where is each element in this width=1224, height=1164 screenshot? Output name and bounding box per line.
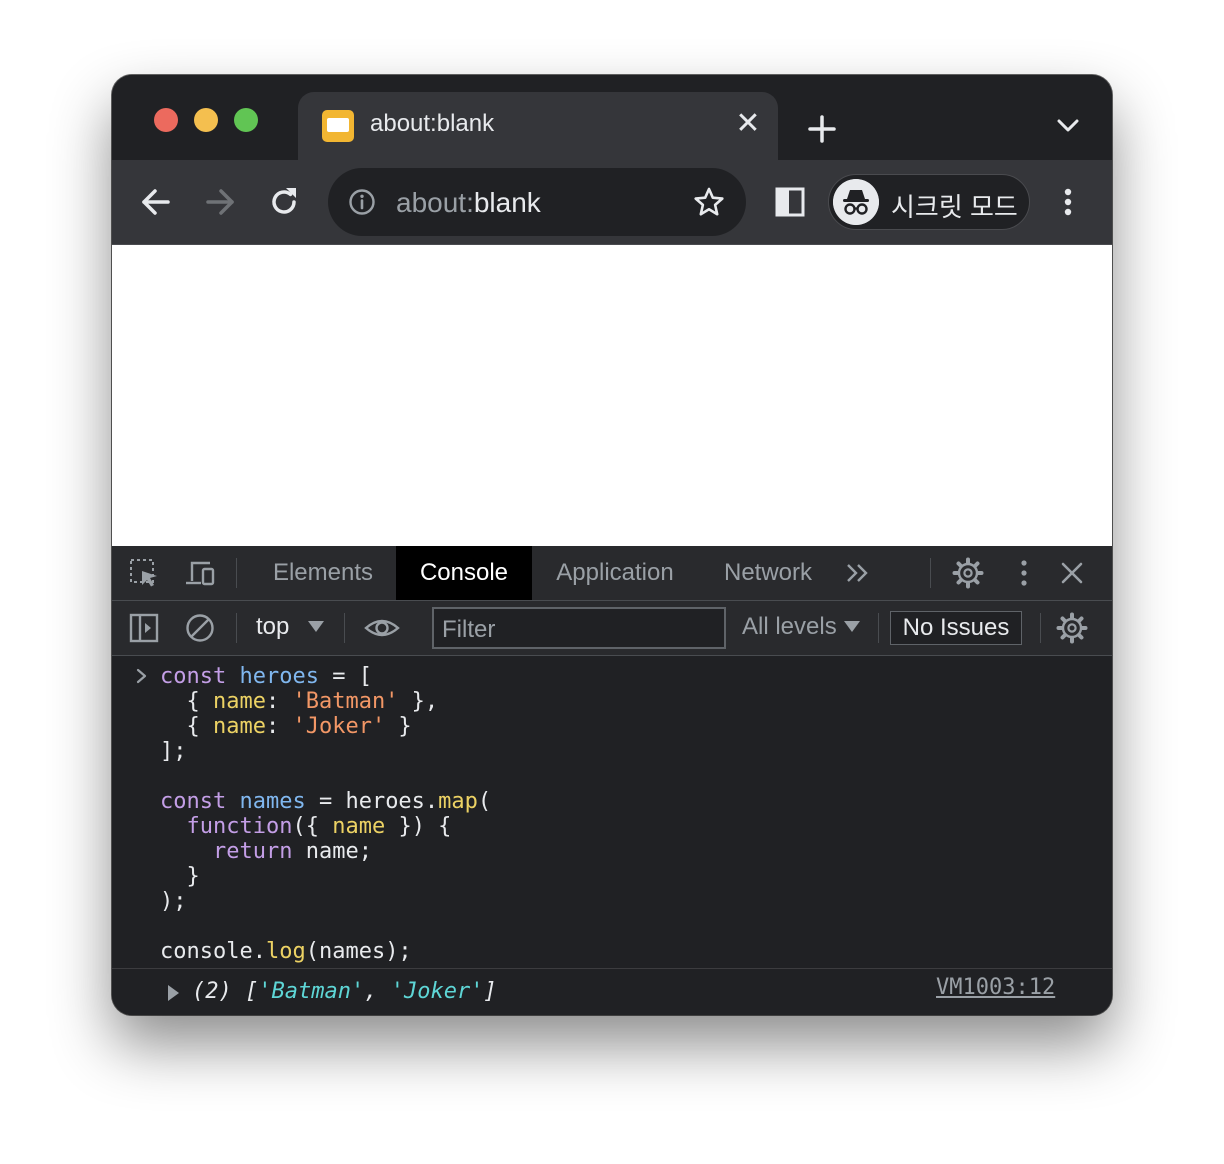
minimize-window-button[interactable] <box>194 108 218 132</box>
toolbar-divider <box>236 558 237 588</box>
tab-search-chevron-icon[interactable] <box>1052 109 1084 141</box>
array-item: 'Batman' <box>258 979 365 1004</box>
toolbar-divider <box>930 558 931 588</box>
context-selector[interactable]: top <box>256 613 289 641</box>
console-settings-gear-icon[interactable] <box>1056 612 1088 644</box>
toolbar-divider <box>236 613 237 643</box>
console-toolbar: top Filter All levels No Issues <box>112 601 1112 656</box>
incognito-icon <box>833 179 879 225</box>
browser-window: about:blank ✕ about:blank 시크릿 모드 Element… <box>112 75 1112 1015</box>
reload-icon[interactable] <box>264 182 304 222</box>
live-expression-eye-icon[interactable] <box>364 612 400 644</box>
tab-title: about:blank <box>370 110 495 137</box>
browser-menu-icon[interactable] <box>1048 182 1088 222</box>
issues-button[interactable]: No Issues <box>890 611 1022 645</box>
tab-network[interactable]: Network <box>710 546 826 600</box>
browser-tab[interactable]: about:blank ✕ <box>298 92 778 160</box>
devtools-panel: Elements Console Application Network top… <box>112 546 1112 1015</box>
side-panel-icon[interactable] <box>770 182 810 222</box>
clear-console-icon[interactable] <box>184 612 216 644</box>
url-text: about:blank <box>396 187 541 219</box>
context-dropdown-icon[interactable] <box>308 621 324 632</box>
incognito-indicator[interactable]: 시크릿 모드 <box>828 174 1030 230</box>
filter-placeholder: Filter <box>442 616 496 643</box>
inspect-element-icon[interactable] <box>128 557 160 589</box>
log-levels-dropdown[interactable]: All levels <box>742 613 837 641</box>
url-scheme: about: <box>396 187 474 218</box>
close-window-button[interactable] <box>154 108 178 132</box>
url-host: blank <box>473 187 541 218</box>
console-output[interactable]: const heroes = [ { name: 'Batman' }, { n… <box>112 656 1112 1015</box>
more-tabs-chevron-icon[interactable] <box>842 557 874 589</box>
browser-toolbar: about:blank 시크릿 모드 <box>112 160 1112 245</box>
incognito-label: 시크릿 모드 <box>891 192 1018 222</box>
source-link[interactable]: VM1003:12 <box>936 975 1055 1000</box>
devtools-tab-bar: Elements Console Application Network <box>112 546 1112 601</box>
site-info-icon[interactable] <box>348 188 376 216</box>
expand-array-triangle-icon[interactable] <box>168 985 179 1001</box>
tab-console[interactable]: Console <box>396 546 532 600</box>
maximize-window-button[interactable] <box>234 108 258 132</box>
levels-dropdown-icon[interactable] <box>844 621 860 632</box>
bookmark-star-icon[interactable] <box>692 185 726 219</box>
new-tab-icon[interactable] <box>802 109 842 149</box>
tab-elements[interactable]: Elements <box>258 546 388 600</box>
close-devtools-icon[interactable] <box>1056 557 1088 589</box>
console-sidebar-icon[interactable] <box>128 612 160 644</box>
log-output-array[interactable]: (2) ['Batman', 'Joker'] <box>192 979 497 1004</box>
toolbar-divider <box>1040 613 1041 643</box>
console-input-code[interactable]: const heroes = [ { name: 'Batman' }, { n… <box>160 664 491 964</box>
tab-close-icon[interactable]: ✕ <box>732 108 764 140</box>
toolbar-divider <box>344 613 345 643</box>
device-toolbar-icon[interactable] <box>184 557 216 589</box>
array-item: 'Joker' <box>390 979 484 1004</box>
page-content[interactable] <box>112 245 1112 546</box>
tab-strip: about:blank ✕ <box>112 75 1112 160</box>
back-arrow-icon[interactable] <box>136 182 176 222</box>
input-prompt-chevron-icon <box>136 668 147 684</box>
array-length: (2) <box>192 979 232 1004</box>
filter-input[interactable]: Filter <box>432 607 726 649</box>
console-log-entry: (2) ['Batman', 'Joker'] VM1003:12 <box>112 968 1112 1015</box>
tab-application[interactable]: Application <box>540 546 690 600</box>
settings-gear-icon[interactable] <box>952 557 984 589</box>
favicon-icon <box>322 110 354 142</box>
address-bar[interactable]: about:blank <box>328 168 746 236</box>
toolbar-divider <box>878 613 879 643</box>
forward-arrow-icon[interactable] <box>200 182 240 222</box>
devtools-menu-icon[interactable] <box>1008 557 1040 589</box>
